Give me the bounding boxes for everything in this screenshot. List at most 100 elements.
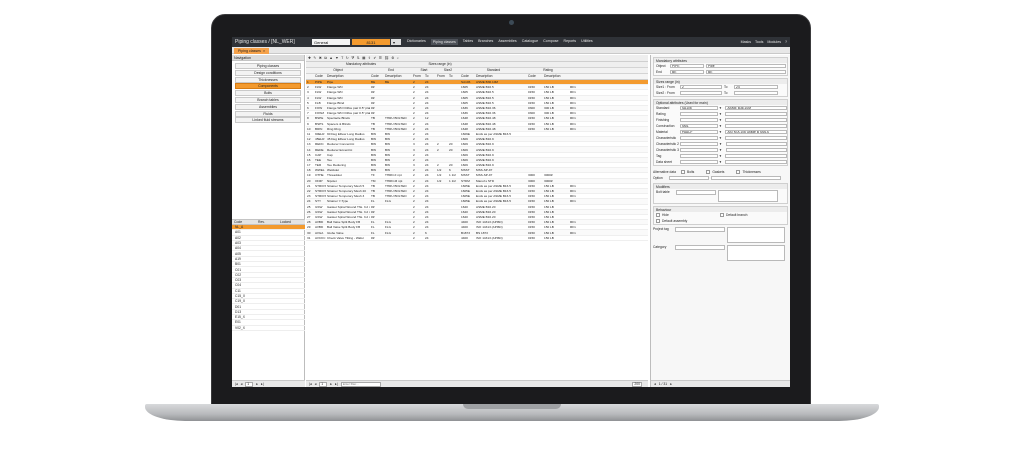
list-item[interactable]: V02_X <box>232 326 305 331</box>
nav-item-piping-classes[interactable]: Piping classes <box>235 63 301 69</box>
text-icon[interactable]: T <box>341 56 343 60</box>
option-field[interactable] <box>669 175 709 181</box>
size2-to-field[interactable] <box>734 90 778 96</box>
search-icon[interactable]: ⌕ <box>397 56 399 60</box>
column-header-cell[interactable]: Code <box>527 74 543 79</box>
prev-record-icon[interactable]: ◂ <box>654 382 656 386</box>
default-assembly-checkbox[interactable] <box>656 219 660 223</box>
chevron-down-icon[interactable]: ▾ <box>720 148 724 152</box>
table-row[interactable]: 31 AVCKC Check Valve Tilting - Wafer ## 2 24 4… <box>306 236 648 241</box>
nav-item-fluids[interactable]: Fluids <box>235 110 301 117</box>
chevron-down-icon[interactable]: ▾ <box>720 112 724 116</box>
optional-code-field[interactable] <box>679 111 718 117</box>
combo-dropdown-icon[interactable]: ▾ <box>391 39 401 45</box>
menu-item-piping-classes[interactable]: Piping classes <box>430 39 458 45</box>
optional-code-field[interactable]: SA106 <box>679 105 718 111</box>
column-header-cell[interactable]: To <box>448 74 460 79</box>
filter-input[interactable] <box>340 381 381 387</box>
chevron-down-icon[interactable]: ▾ <box>720 142 724 146</box>
last-page-icon[interactable]: ▸| <box>335 382 338 386</box>
first-page-icon[interactable]: |◂ <box>309 382 312 386</box>
optional-desc-field[interactable] <box>725 123 787 129</box>
chevron-down-icon[interactable]: ▾ <box>720 118 724 122</box>
nav-item-linked-fluid-streams[interactable]: Linked fluid streams <box>235 117 301 124</box>
optional-desc-field[interactable]: ASME B36.10M <box>725 105 787 111</box>
optional-desc-field[interactable] <box>725 111 787 117</box>
option-desc-field[interactable] <box>711 175 781 181</box>
first-page-icon[interactable]: |◂ <box>235 382 238 386</box>
optional-code-field[interactable] <box>679 117 718 123</box>
up-icon[interactable]: ▲ <box>329 56 333 60</box>
menu-right-masks[interactable]: Masks <box>741 40 751 44</box>
optional-code-field[interactable] <box>679 153 718 159</box>
hide-checkbox[interactable] <box>656 213 660 217</box>
menu-right-modules[interactable]: Modules <box>767 40 781 44</box>
optional-desc-field[interactable] <box>725 117 787 123</box>
column-header-cell[interactable]: From <box>412 74 424 79</box>
optional-desc-field[interactable] <box>725 141 787 147</box>
chevron-down-icon[interactable]: ▾ <box>720 106 724 110</box>
next-page-icon[interactable]: ▸ <box>330 382 332 386</box>
menu-item-dictionaries[interactable]: Dictionaries <box>407 39 426 45</box>
menu-right-tools[interactable]: Tools <box>755 40 763 44</box>
down-icon[interactable]: ▼ <box>335 56 339 60</box>
menu-item-compose[interactable]: Compose <box>543 39 558 45</box>
size1-to-field[interactable]: 24 <box>734 84 778 90</box>
delete-icon[interactable]: ✖ <box>319 56 322 60</box>
export-icon[interactable]: ⇪ <box>368 56 371 60</box>
prev-page-icon[interactable]: ◂ <box>315 382 317 386</box>
thicknesses-checkbox[interactable] <box>736 170 741 174</box>
column-header-cell[interactable]: Code <box>460 74 475 79</box>
object-code-field[interactable]: PIPE <box>670 63 704 69</box>
column-header-cell[interactable]: From <box>436 74 448 79</box>
optional-code-field[interactable]: PAACF <box>679 129 718 135</box>
optional-desc-field[interactable]: ASTM A 106 Grade B SMLS <box>725 129 787 135</box>
column-header-cell[interactable]: Code <box>314 74 326 79</box>
default-branch-checkbox[interactable] <box>720 213 724 217</box>
object-desc-field[interactable]: Pipe <box>706 63 786 69</box>
optional-desc-field[interactable] <box>725 147 787 153</box>
grid-icon[interactable]: ▦ <box>362 56 365 60</box>
link-icon[interactable]: ⛓ <box>384 56 389 60</box>
end-desc-field[interactable]: BE <box>706 69 786 75</box>
page-size-select[interactable]: 200 <box>632 381 642 387</box>
page-input[interactable]: 1 <box>319 381 328 387</box>
close-icon[interactable]: × <box>263 49 265 53</box>
next-page-icon[interactable]: ▸ <box>256 382 258 386</box>
last-page-icon[interactable]: ▸| <box>261 382 264 386</box>
category-field[interactable] <box>675 245 725 250</box>
tool-icon[interactable]: ⚙ <box>391 56 394 60</box>
bolt-table-field[interactable] <box>676 190 716 195</box>
optional-code-field[interactable] <box>679 159 718 165</box>
size1-from-field[interactable]: 2 <box>680 84 722 90</box>
check-icon[interactable]: ✔ <box>373 56 376 60</box>
bolts-checkbox[interactable] <box>681 170 685 174</box>
optional-code-field[interactable]: SML <box>679 123 718 129</box>
column-header-cell[interactable]: To <box>424 74 436 79</box>
chevron-down-icon[interactable]: ▾ <box>720 130 724 134</box>
help-icon[interactable]: ? <box>785 40 787 44</box>
optional-desc-field[interactable] <box>725 153 787 159</box>
edit-icon[interactable]: ✎ <box>313 56 316 60</box>
optional-desc-field[interactable] <box>725 135 787 141</box>
size2-from-field[interactable] <box>680 90 722 96</box>
menu-item-branches[interactable]: Branches <box>478 39 493 45</box>
nav-item-components[interactable]: Components <box>235 83 301 90</box>
optional-code-field[interactable] <box>680 141 718 147</box>
menu-item-assemblies[interactable]: Assemblies <box>498 39 516 45</box>
chevron-down-icon[interactable]: ▾ <box>720 160 724 164</box>
chevron-down-icon[interactable]: ▾ <box>720 154 724 158</box>
page-input[interactable]: 1 <box>245 381 254 387</box>
column-header-cell[interactable]: Description <box>543 74 569 79</box>
chevron-down-icon[interactable]: ▾ <box>720 124 724 128</box>
optional-code-field[interactable] <box>679 135 718 141</box>
menu-item-reports[interactable]: Reports <box>564 39 577 45</box>
column-header-cell[interactable]: Description <box>475 74 527 79</box>
gaskets-checkbox[interactable] <box>706 170 711 174</box>
copy-icon[interactable]: ⧉ <box>324 56 327 60</box>
sort-icon[interactable]: ⇅ <box>357 56 360 60</box>
end-code-field[interactable]: BE <box>670 69 704 75</box>
prev-page-icon[interactable]: ◂ <box>241 382 243 386</box>
menu-item-tables[interactable]: Tables <box>463 39 473 45</box>
chevron-down-icon[interactable]: ▾ <box>720 136 724 140</box>
